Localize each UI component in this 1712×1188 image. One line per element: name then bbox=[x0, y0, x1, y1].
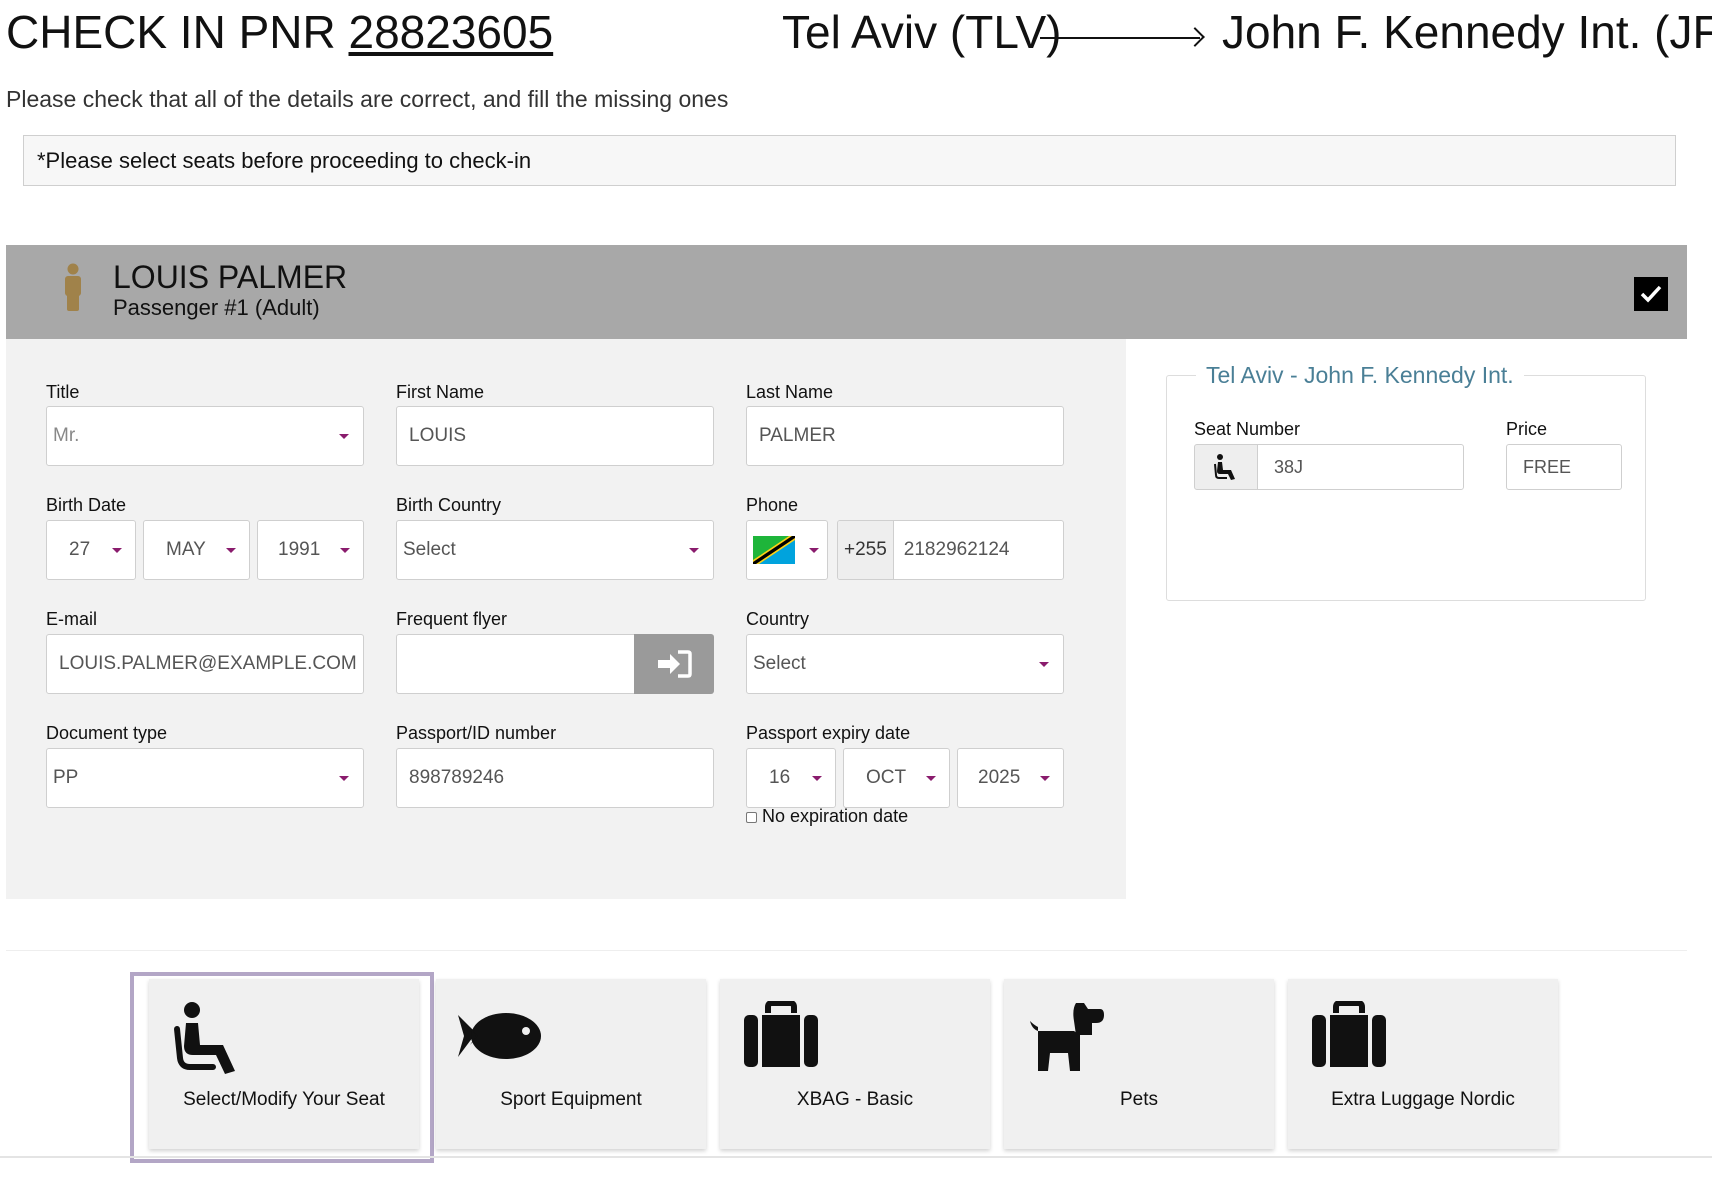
expiry-month-value: OCT bbox=[866, 767, 907, 788]
section-divider bbox=[6, 950, 1687, 951]
chevron-down-icon bbox=[339, 434, 349, 439]
expiry-day-value: 16 bbox=[769, 767, 791, 788]
expiry-year-value: 2025 bbox=[978, 767, 1021, 788]
passport-expiry-label: Passport expiry date bbox=[746, 723, 911, 743]
service-tile-sport[interactable]: Sport Equipment bbox=[436, 979, 706, 1149]
document-type-label: Document type bbox=[46, 723, 168, 743]
price-value: FREE bbox=[1506, 444, 1622, 490]
chevron-down-icon bbox=[112, 548, 122, 553]
service-tile-xbag[interactable]: XBAG - Basic bbox=[720, 979, 990, 1149]
destination-airport: John F. Kennedy Int. (JFK) bbox=[1222, 6, 1712, 58]
frequent-flyer-login-button[interactable] bbox=[634, 634, 714, 694]
sign-in-icon bbox=[658, 650, 692, 678]
email-label: E-mail bbox=[46, 609, 98, 629]
fish-icon bbox=[458, 1013, 541, 1059]
passenger-checkbox[interactable] bbox=[1634, 277, 1668, 311]
last-name-input[interactable]: PALMER bbox=[746, 406, 1064, 466]
checkmark-icon bbox=[1640, 285, 1662, 303]
title-select[interactable]: Mr. bbox=[46, 406, 364, 466]
page-subtitle: Please check that all of the details are… bbox=[6, 86, 729, 112]
seat-notice: *Please select seats before proceeding t… bbox=[23, 135, 1676, 186]
first-name-input[interactable]: LOUIS bbox=[396, 406, 714, 466]
email-input[interactable]: LOUIS.PALMER@EXAMPLE.COM bbox=[46, 634, 364, 694]
service-tile-pets[interactable]: Pets bbox=[1004, 979, 1274, 1149]
dog-icon bbox=[1030, 1003, 1104, 1071]
birth-month-select[interactable]: MAY bbox=[143, 520, 250, 580]
birth-country-value: Select bbox=[403, 539, 456, 560]
no-expiration-label: No expiration date bbox=[762, 806, 909, 826]
title-label: Title bbox=[46, 382, 80, 402]
expiry-day-select[interactable]: 16 bbox=[746, 748, 836, 808]
no-expiration-checkbox[interactable] bbox=[746, 812, 757, 823]
page-bottom-divider bbox=[0, 1156, 1712, 1158]
chevron-down-icon bbox=[812, 776, 822, 781]
chevron-down-icon bbox=[226, 548, 236, 553]
document-type-value: PP bbox=[53, 767, 79, 788]
frequent-flyer-label: Frequent flyer bbox=[396, 609, 508, 629]
phone-number: 2182962124 bbox=[903, 539, 1010, 560]
birth-date-label: Birth Date bbox=[46, 495, 127, 515]
passenger-header[interactable]: LOUIS PALMER Passenger #1 (Adult) bbox=[6, 245, 1687, 339]
phone-input[interactable]: +255 2182962124 bbox=[837, 520, 1064, 580]
chevron-down-icon bbox=[689, 548, 699, 553]
country-label: Country bbox=[746, 609, 810, 629]
birth-day-select[interactable]: 27 bbox=[46, 520, 136, 580]
passenger-name: LOUIS PALMER bbox=[113, 259, 348, 295]
pnr-number: 28823605 bbox=[348, 6, 554, 58]
country-value: Select bbox=[753, 653, 806, 674]
chevron-down-icon bbox=[1040, 776, 1050, 781]
first-name-label: First Name bbox=[396, 382, 485, 402]
seat-number-input[interactable]: 38J bbox=[1257, 444, 1464, 490]
passport-number-input[interactable]: 898789246 bbox=[396, 748, 714, 808]
service-tile-extra-luggage[interactable]: Extra Luggage Nordic bbox=[1288, 979, 1558, 1149]
birth-country-select[interactable]: Select bbox=[396, 520, 714, 580]
chevron-down-icon bbox=[340, 548, 350, 553]
service-label: Sport Equipment bbox=[500, 1089, 642, 1110]
phone-label: Phone bbox=[746, 495, 799, 515]
origin-airport: Tel Aviv (TLV) bbox=[782, 6, 1062, 58]
document-type-select[interactable]: PP bbox=[46, 748, 364, 808]
price-label: Price bbox=[1506, 419, 1548, 439]
expiry-year-select[interactable]: 2025 bbox=[957, 748, 1064, 808]
birth-month-value: MAY bbox=[166, 539, 206, 560]
route-arrow-icon bbox=[1040, 37, 1200, 39]
phone-prefix: +255 bbox=[838, 521, 894, 579]
frequent-flyer-input[interactable] bbox=[396, 634, 634, 694]
last-name-label: Last Name bbox=[746, 382, 834, 402]
country-select[interactable]: Select bbox=[746, 634, 1064, 694]
suitcase-icon bbox=[744, 1001, 818, 1067]
service-label: Pets bbox=[1119, 1089, 1159, 1110]
tanzania-flag-icon bbox=[753, 536, 795, 564]
suitcase-icon bbox=[1312, 1001, 1386, 1067]
birth-day-value: 27 bbox=[69, 539, 91, 560]
passport-number-label: Passport/ID number bbox=[396, 723, 557, 743]
seat-icon bbox=[1194, 444, 1258, 490]
birth-country-label: Birth Country bbox=[396, 495, 502, 515]
passenger-type: Passenger #1 (Adult) bbox=[113, 295, 320, 320]
service-label: XBAG - Basic bbox=[796, 1089, 914, 1110]
page-title: CHECK IN PNR 28823605 bbox=[6, 6, 553, 58]
seat-number-label: Seat Number bbox=[1194, 419, 1301, 439]
birth-year-value: 1991 bbox=[278, 539, 321, 560]
service-label: Extra Luggage Nordic bbox=[1331, 1089, 1515, 1110]
chevron-down-icon bbox=[1039, 662, 1049, 667]
chevron-down-icon bbox=[809, 548, 819, 553]
title-value: Mr. bbox=[53, 425, 80, 446]
person-icon bbox=[65, 263, 81, 311]
chevron-down-icon bbox=[926, 776, 936, 781]
seat-panel-legend: Tel Aviv - John F. Kennedy Int. bbox=[1196, 362, 1524, 389]
selected-tile-highlight bbox=[130, 972, 434, 1163]
title-prefix: CHECK IN PNR bbox=[6, 6, 336, 58]
birth-year-select[interactable]: 1991 bbox=[257, 520, 364, 580]
chevron-down-icon bbox=[339, 776, 349, 781]
expiry-month-select[interactable]: OCT bbox=[843, 748, 950, 808]
phone-country-select[interactable] bbox=[746, 520, 828, 580]
